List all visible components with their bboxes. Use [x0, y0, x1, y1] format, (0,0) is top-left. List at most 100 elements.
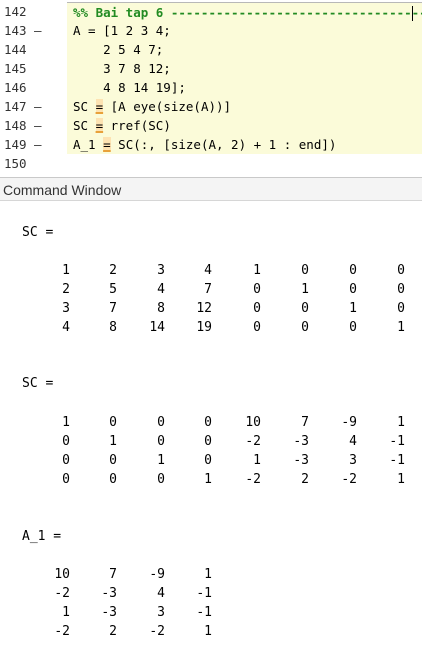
line-number: 147 [4, 99, 27, 114]
matrix-cell: 1 [397, 320, 405, 335]
matrix-cell: 10 [54, 567, 70, 582]
matrix-cell: 1 [62, 415, 70, 430]
matrix-cell: 0 [301, 320, 309, 335]
matrix-cell: 7 [301, 415, 309, 430]
matrix-cell: -3 [101, 586, 117, 601]
matrix-cell: 0 [157, 434, 165, 449]
matrix-cell: 2 [301, 472, 309, 487]
command-window-body[interactable]: SC = 1 2 3 4 1 0 0 0 2 5 4 7 0 1 0 0 3 7 8 12 0 0 1 0 4 8 14 19 0 0 0 1 S… [0, 201, 422, 646]
code-analyzer-warning[interactable]: = [95, 99, 104, 114]
matrix-cell: 14 [149, 320, 165, 335]
matrix-cell: 1 [397, 472, 405, 487]
matrix-cell: 8 [109, 320, 117, 335]
matrix-cell: 7 [109, 301, 117, 316]
matrix-cell: -2 [341, 472, 357, 487]
editor-line[interactable]: 146 4 8 14 19]; [0, 78, 422, 97]
matrix-cell: 0 [157, 472, 165, 487]
matrix-cell: 0 [109, 415, 117, 430]
breakpoint-marker[interactable]: – [34, 21, 44, 40]
matrix-cell: 1 [62, 263, 70, 278]
matrix-cell: 1 [349, 301, 357, 316]
code-text[interactable]: SC = [A eye(size(A))] [67, 97, 422, 116]
matrix-cell: 1 [301, 282, 309, 297]
matrix-cell: 19 [196, 320, 212, 335]
line-number: 144 [4, 42, 27, 57]
matrix-cell: 0 [204, 415, 212, 430]
matrix-cell: 4 [204, 263, 212, 278]
matrix-cell: 0 [397, 301, 405, 316]
matrix-cell: 0 [349, 282, 357, 297]
line-number: 146 [4, 80, 27, 95]
matrix-cell: 2 [109, 624, 117, 639]
editor-line[interactable]: 143– A = [1 2 3 4; [0, 21, 422, 40]
matrix-cell: 0 [349, 263, 357, 278]
breakpoint-marker[interactable]: – [34, 135, 44, 154]
matrix-cell: -3 [101, 605, 117, 620]
matrix-cell: 0 [109, 453, 117, 468]
code-text[interactable]: A = [1 2 3 4; [67, 21, 422, 40]
editor-line[interactable]: 147– SC = [A eye(size(A))] [0, 97, 422, 116]
matrix-cell: 1 [62, 605, 70, 620]
matrix-cell: 0 [109, 472, 117, 487]
matrix-cell: 4 [62, 320, 70, 335]
matrix-cell: 1 [204, 624, 212, 639]
code-text[interactable] [67, 154, 422, 173]
matrix-cell: -2 [149, 624, 165, 639]
code-analyzer-warning[interactable]: = [95, 118, 104, 133]
breakpoint-marker[interactable]: – [34, 97, 44, 116]
matrix-cell: 1 [109, 434, 117, 449]
matrix-cell: 7 [109, 567, 117, 582]
matrix-cell: -2 [54, 586, 70, 601]
matrix-cell: -9 [149, 567, 165, 582]
code-text[interactable]: A_1 = SC(:, [size(A, 2) + 1 : end]) [67, 135, 422, 154]
editor-panel[interactable]: 142 %% Bai tap 6 ------------------------… [0, 0, 422, 171]
matrix-cell: 0 [62, 472, 70, 487]
matrix-cell: 5 [109, 282, 117, 297]
matrix-cell: -2 [245, 434, 261, 449]
line-number: 149 [4, 137, 27, 152]
command-window-title: Command Window [3, 182, 122, 198]
matrix-cell: 4 [157, 282, 165, 297]
breakpoint-marker[interactable]: – [34, 116, 44, 135]
code-text[interactable]: 2 5 4 7; [67, 40, 422, 59]
matrix-cell: 3 [62, 301, 70, 316]
matrix-cell: -3 [293, 453, 309, 468]
matrix-cell: 0 [301, 301, 309, 316]
matrix-cell: 0 [349, 320, 357, 335]
editor-line[interactable]: 145 3 7 8 12; [0, 59, 422, 78]
variable-name: A_1 = [22, 529, 62, 544]
matrix-cell: 0 [62, 453, 70, 468]
matrix-cell: 4 [349, 434, 357, 449]
matrix-cell: -2 [54, 624, 70, 639]
matrix-cell: 0 [253, 320, 261, 335]
matrix-cell: -1 [196, 605, 212, 620]
matrix-cell: 8 [157, 301, 165, 316]
editor-line[interactable]: 144 2 5 4 7; [0, 40, 422, 59]
code-text[interactable]: 3 7 8 12; [67, 59, 422, 78]
variable-name: SC = [22, 225, 54, 240]
cell-title[interactable]: %% Bai tap 6 ---------------------------… [67, 2, 422, 21]
line-number: 143 [4, 23, 27, 38]
editor-line[interactable]: 150 [0, 154, 422, 173]
matrix-cell: 12 [196, 301, 212, 316]
code-text[interactable]: 4 8 14 19]; [67, 78, 422, 97]
code-text[interactable]: SC = rref(SC) [67, 116, 422, 135]
line-number: 148 [4, 118, 27, 133]
matrix-cell: 1 [397, 415, 405, 430]
matrix-cell: 0 [397, 263, 405, 278]
matrix-cell: 10 [245, 415, 261, 430]
matrix-cell: 2 [109, 263, 117, 278]
matrix-cell: -2 [245, 472, 261, 487]
editor-line[interactable]: 148– SC = rref(SC) [0, 116, 422, 135]
matrix-cell: 0 [204, 453, 212, 468]
matrix-cell: 0 [397, 282, 405, 297]
editor-line[interactable]: 149– A_1 = SC(:, [size(A, 2) + 1 : end]) [0, 135, 422, 154]
matrix-cell: 1 [204, 472, 212, 487]
editor-line[interactable]: 142 %% Bai tap 6 ------------------------… [0, 2, 422, 21]
matrix-cell: 0 [62, 434, 70, 449]
command-window-header[interactable]: Command Window [0, 177, 422, 201]
matrix-cell: 0 [157, 415, 165, 430]
matrix-cell: 1 [157, 453, 165, 468]
code-analyzer-warning[interactable]: = [103, 137, 111, 152]
matrix-cell: -3 [293, 434, 309, 449]
